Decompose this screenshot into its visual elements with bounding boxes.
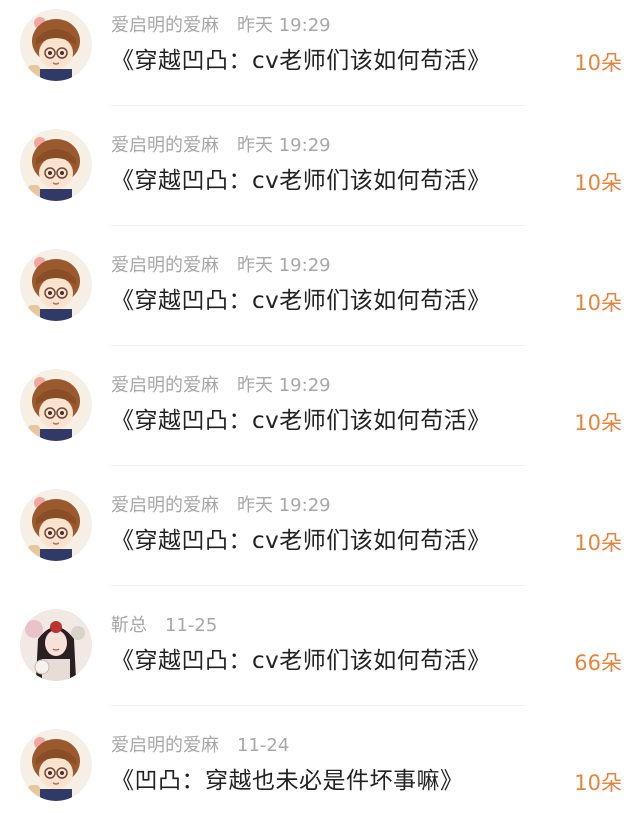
cartoon-boy-avatar-icon [20, 369, 92, 441]
costume-girl-avatar-icon [20, 609, 92, 681]
work-title[interactable]: 《穿越凹凸：cv老师们该如何苟活》 [111, 525, 491, 557]
divider [111, 225, 524, 226]
avatar[interactable] [20, 9, 92, 81]
divider [111, 465, 524, 466]
list-item[interactable]: 爱启明的爱麻 昨天 19:29 《穿越凹凸：cv老师们该如何苟活》 10朵 [0, 120, 640, 240]
gift-record-list: 爱启明的爱麻 昨天 19:29 《穿越凹凸：cv老师们该如何苟活》 10朵 爱启… [0, 0, 640, 819]
work-title[interactable]: 《穿越凹凸：cv老师们该如何苟活》 [111, 165, 491, 197]
avatar[interactable] [20, 129, 92, 201]
avatar[interactable] [20, 369, 92, 441]
username[interactable]: 爱启明的爱麻 [111, 15, 219, 36]
flower-count: 10朵 [574, 531, 622, 555]
item-meta: 爱启明的爱麻 昨天 19:29 [111, 374, 331, 398]
item-meta: 爱启明的爱麻 昨天 19:29 [111, 134, 331, 158]
username[interactable]: 靳总 [111, 615, 147, 636]
avatar[interactable] [20, 729, 92, 801]
divider [111, 585, 524, 586]
flower-count: 10朵 [574, 411, 622, 435]
item-meta: 爱启明的爱麻 昨天 19:29 [111, 14, 331, 38]
item-meta: 爱启明的爱麻 昨天 19:29 [111, 254, 331, 278]
divider [111, 705, 524, 706]
work-title[interactable]: 《穿越凹凸：cv老师们该如何苟活》 [111, 45, 491, 77]
username[interactable]: 爱启明的爱麻 [111, 255, 219, 276]
timestamp: 昨天 19:29 [237, 15, 331, 36]
timestamp: 11-24 [237, 735, 290, 756]
avatar[interactable] [20, 609, 92, 681]
list-item[interactable]: 靳总 11-25 《穿越凹凸：cv老师们该如何苟活》 66朵 [0, 600, 640, 720]
work-title[interactable]: 《穿越凹凸：cv老师们该如何苟活》 [111, 285, 491, 317]
divider [111, 345, 524, 346]
list-item[interactable]: 爱启明的爱麻 昨天 19:29 《穿越凹凸：cv老师们该如何苟活》 10朵 [0, 360, 640, 480]
username[interactable]: 爱启明的爱麻 [111, 135, 219, 156]
work-title[interactable]: 《穿越凹凸：cv老师们该如何苟活》 [111, 405, 491, 437]
cartoon-boy-avatar-icon [20, 489, 92, 561]
flower-count: 10朵 [574, 771, 622, 795]
work-title[interactable]: 《穿越凹凸：cv老师们该如何苟活》 [111, 645, 491, 677]
timestamp: 11-25 [165, 615, 218, 636]
cartoon-boy-avatar-icon [20, 729, 92, 801]
flower-count: 10朵 [574, 51, 622, 75]
avatar[interactable] [20, 249, 92, 321]
list-item[interactable]: 爱启明的爱麻 昨天 19:29 《穿越凹凸：cv老师们该如何苟活》 10朵 [0, 480, 640, 600]
cartoon-boy-avatar-icon [20, 129, 92, 201]
avatar[interactable] [20, 489, 92, 561]
list-item[interactable]: 爱启明的爱麻 11-24 《凹凸：穿越也未必是件坏事嘛》 10朵 [0, 720, 640, 819]
flower-count: 10朵 [574, 291, 622, 315]
item-meta: 爱启明的爱麻 11-24 [111, 734, 289, 758]
item-meta: 靳总 11-25 [111, 614, 217, 638]
cartoon-boy-avatar-icon [20, 249, 92, 321]
work-title[interactable]: 《凹凸：穿越也未必是件坏事嘛》 [111, 765, 464, 797]
flower-count: 10朵 [574, 171, 622, 195]
timestamp: 昨天 19:29 [237, 135, 331, 156]
cartoon-boy-avatar-icon [20, 9, 92, 81]
username[interactable]: 爱启明的爱麻 [111, 735, 219, 756]
timestamp: 昨天 19:29 [237, 255, 331, 276]
list-item[interactable]: 爱启明的爱麻 昨天 19:29 《穿越凹凸：cv老师们该如何苟活》 10朵 [0, 0, 640, 120]
username[interactable]: 爱启明的爱麻 [111, 495, 219, 516]
timestamp: 昨天 19:29 [237, 375, 331, 396]
divider [111, 105, 524, 106]
timestamp: 昨天 19:29 [237, 495, 331, 516]
username[interactable]: 爱启明的爱麻 [111, 375, 219, 396]
item-meta: 爱启明的爱麻 昨天 19:29 [111, 494, 331, 518]
flower-count: 66朵 [574, 651, 622, 675]
list-item[interactable]: 爱启明的爱麻 昨天 19:29 《穿越凹凸：cv老师们该如何苟活》 10朵 [0, 240, 640, 360]
